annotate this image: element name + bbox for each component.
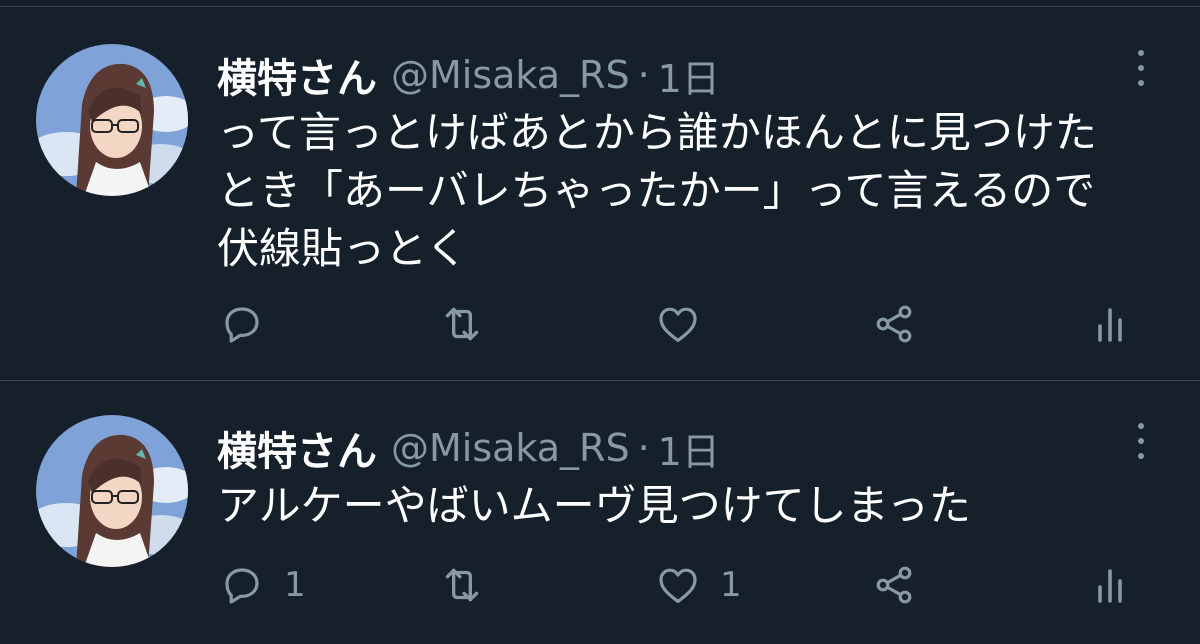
separator: · [637,426,650,470]
tweet-text-line: アルケーやばいムーヴ見つけてしまった [217,481,971,530]
share-icon [870,300,918,348]
tweet-text-line: って言っとけばあとから誰かほんとに見つけた [217,108,1097,157]
share-button[interactable] [870,555,918,615]
more-vertical-icon[interactable] [1126,417,1156,465]
share-icon [870,561,918,609]
retweet-button[interactable] [437,294,505,354]
retweet-icon [437,560,487,610]
more-vertical-icon[interactable] [1126,44,1156,92]
timeline: 横特さん @Misaka_RS · 1日 って言っとけばあとから誰かほんとに見つ… [0,0,1200,644]
reply-bubble-icon [218,300,266,348]
timestamp[interactable]: 1日 [658,421,720,476]
heart-icon [654,300,702,348]
avatar[interactable] [36,415,188,567]
tweet-text-line: とき「あーバレちゃったかー」って言えるので [217,166,1096,215]
retweet-icon [437,299,487,349]
top-divider [0,6,1200,7]
tweet-text-line: 伏線貼っとく [217,224,468,273]
action-bar: 1 1 [0,555,1200,615]
like-count: 1 [720,565,742,605]
reply-button[interactable]: 1 [218,555,306,615]
share-button[interactable] [870,294,918,354]
action-bar [0,294,1200,354]
analytics-button[interactable] [1092,555,1132,615]
reply-button[interactable] [218,294,284,354]
avatar[interactable] [36,44,188,196]
retweet-button[interactable] [437,555,505,615]
heart-icon [654,561,702,609]
display-name[interactable]: 横特さん [217,46,377,104]
user-handle[interactable]: @Misaka_RS [391,426,630,470]
reply-count: 1 [284,565,306,605]
analytics-icon [1092,300,1132,348]
analytics-button[interactable] [1092,294,1132,354]
tweet[interactable]: 横特さん @Misaka_RS · 1日 って言っとけばあとから誰かほんとに見つ… [0,8,1200,380]
analytics-icon [1092,561,1132,609]
tweet-text: って言っとけばあとから誰かほんとに見つけた とき「あーバレちゃったかー」って言え… [217,104,1177,278]
tweet-header: 横特さん @Misaka_RS · 1日 [217,419,720,477]
reply-bubble-icon [218,561,266,609]
tweet-text: アルケーやばいムーヴ見つけてしまった [217,477,1177,535]
display-name[interactable]: 横特さん [217,419,377,477]
separator: · [637,53,650,97]
user-handle[interactable]: @Misaka_RS [391,53,630,97]
timestamp[interactable]: 1日 [658,48,720,103]
tweet[interactable]: 横特さん @Misaka_RS · 1日 アルケーやばいムーヴ見つけてしまった … [0,381,1200,644]
tweet-header: 横特さん @Misaka_RS · 1日 [217,46,720,104]
like-button[interactable] [654,294,720,354]
like-button[interactable]: 1 [654,555,742,615]
